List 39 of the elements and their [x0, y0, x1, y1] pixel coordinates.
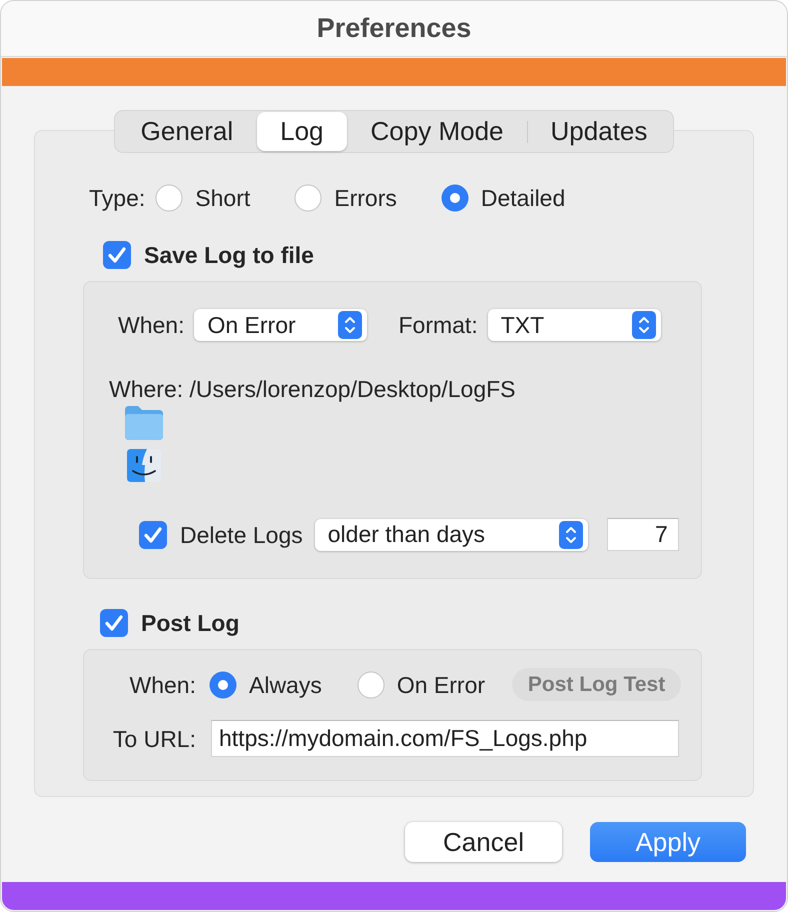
checkbox[interactable]: [139, 520, 167, 548]
stepper-icon: [338, 311, 362, 339]
radio-button[interactable]: [440, 184, 469, 212]
folder-icon[interactable]: [124, 405, 164, 441]
when-label: When:: [128, 672, 196, 698]
radio-button[interactable]: [356, 670, 385, 698]
tab[interactable]: Copy Mode: [348, 112, 526, 151]
radio-button[interactable]: [155, 184, 184, 212]
when-label: When:: [118, 312, 184, 338]
radio-label: Detailed: [480, 185, 566, 211]
when-dropdown[interactable]: On Error: [194, 309, 368, 341]
section-heading: Post Log: [141, 610, 240, 636]
url-label: To URL:: [112, 726, 196, 752]
checkbox[interactable]: [100, 609, 128, 637]
section-heading: Save Log to file: [144, 242, 314, 268]
radio-label: Always: [249, 672, 322, 698]
apply-button[interactable]: Apply: [590, 822, 746, 862]
radio-button[interactable]: [294, 184, 322, 212]
days-field[interactable]: 7: [606, 518, 679, 551]
radio-label: Short: [195, 185, 250, 211]
type-label: Type:: [89, 185, 146, 211]
finder-face-icon[interactable]: [127, 449, 161, 482]
cancel-button[interactable]: Cancel: [405, 822, 562, 862]
log-path-text: Where: /Users/lorenzop/Desktop/LogFS: [109, 376, 516, 402]
age-dropdown[interactable]: older than days: [314, 518, 588, 550]
url-field[interactable]: https://mydomain.com/FS_Logs.php: [211, 720, 679, 757]
checkbox-label: Delete Logs: [180, 522, 303, 548]
radio-button[interactable]: [209, 670, 237, 698]
window-title: Preferences: [316, 13, 472, 44]
tab[interactable]: Log: [257, 112, 347, 151]
checkbox[interactable]: [103, 241, 131, 269]
format-label: Format:: [398, 312, 478, 338]
format-dropdown[interactable]: TXT: [488, 309, 661, 341]
stepper-icon: [558, 520, 583, 548]
tab[interactable]: General: [118, 112, 256, 151]
radio-label: Errors: [334, 185, 397, 211]
tab[interactable]: Updates: [528, 112, 670, 151]
radio-label: On Error: [396, 672, 486, 698]
stepper-icon: [632, 311, 656, 339]
